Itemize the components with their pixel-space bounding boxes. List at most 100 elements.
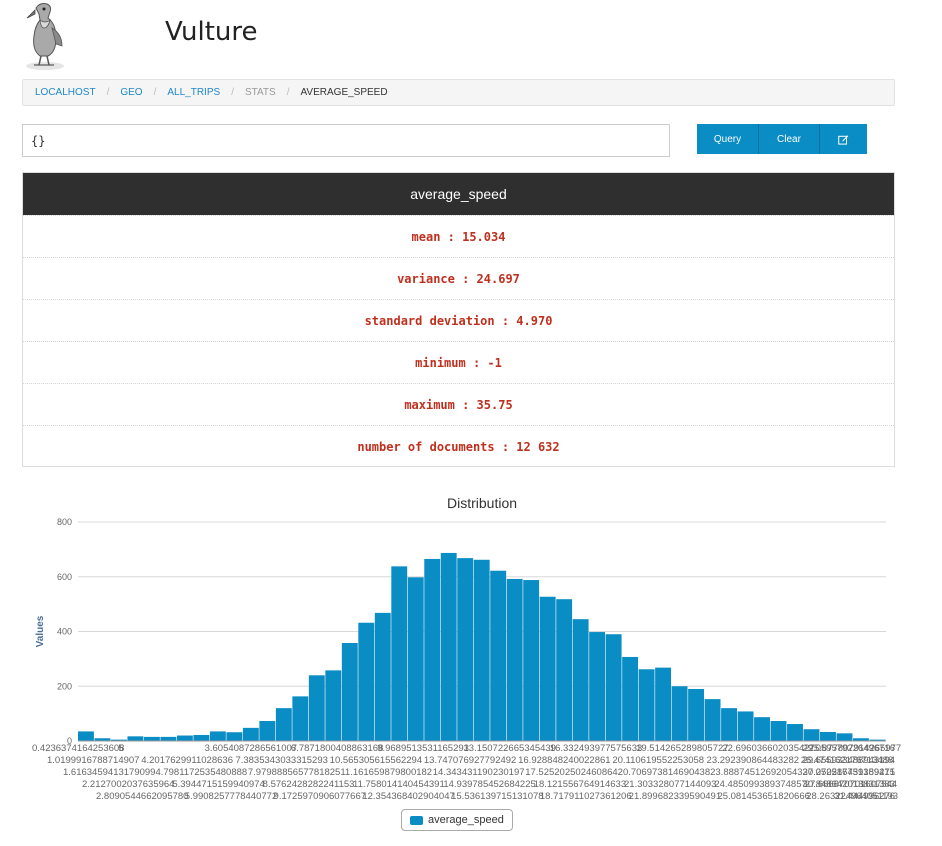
distribution-chart: Distribution Values 0 200 400 600 800 0.4236374… <box>22 490 912 835</box>
breadcrumb-separator: / <box>286 87 290 98</box>
histogram-bar <box>308 675 325 741</box>
legend-label: average_speed <box>428 814 504 826</box>
x-tick-label: 22.696036602035427 <box>722 743 814 754</box>
histogram-bar <box>424 558 441 741</box>
clear-button[interactable]: Clear <box>759 124 820 154</box>
y-tick-label: 200 <box>57 681 72 691</box>
x-tick-label: 9.9689513531165293 <box>377 743 469 754</box>
histogram-bar <box>638 669 655 741</box>
x-tick-label: 15.536139715131078 <box>451 791 543 802</box>
histogram-bar <box>374 612 391 741</box>
histogram-bar <box>770 721 787 741</box>
histogram-bar <box>341 642 358 741</box>
x-tick-label: 3.6054087286561007 <box>205 743 297 754</box>
x-tick-label: 4.2017629911028636 <box>141 755 233 766</box>
x-tick-label: 0.4236374164253608 <box>32 743 124 754</box>
x-tick-label: 6.7871800408863168 <box>291 743 383 754</box>
breadcrumb-separator: / <box>106 87 110 98</box>
x-tick-label: 31.444996276 <box>834 791 895 802</box>
histogram-bar <box>737 711 754 741</box>
stat-maximum: maximum : 35.75 <box>23 383 894 425</box>
y-tick-label: 600 <box>57 572 72 582</box>
x-tick-label: 20.110619552253058 <box>612 755 704 766</box>
x-tick-label: 24.485099389374857 <box>714 779 806 790</box>
breadcrumb-all-trips[interactable]: ALL_TRIPS <box>167 87 220 98</box>
x-tick-label: 9.1725970906077667 <box>274 791 366 802</box>
x-tick-label: 14.343431190230197 <box>433 767 525 778</box>
histogram-bar <box>160 736 177 741</box>
x-tick-label: 13.150722665345439 <box>464 743 556 754</box>
x-tick-label: 5.9908257778440772 <box>185 791 277 802</box>
histogram-bar <box>787 724 803 741</box>
y-axis-label: Values <box>35 615 46 647</box>
app-title: Vulture <box>165 17 258 47</box>
x-tick-label: 10.565305615562294 <box>330 755 422 766</box>
histogram-bar <box>704 699 721 741</box>
x-tick-label: 19.514265289805727 <box>636 743 728 754</box>
stat-variance: variance : 24.697 <box>23 257 894 299</box>
x-tick-label: 23.292390864483282 <box>707 755 799 766</box>
x-tick-label: 13.747076927792492 <box>424 755 516 766</box>
app-header: Vulture <box>22 0 895 74</box>
vulture-logo-icon <box>26 3 64 70</box>
histogram-bar <box>754 717 770 741</box>
x-tick-label: 17.525202502460864 <box>525 767 617 778</box>
histogram-bar <box>242 727 259 741</box>
x-tick-label: 18.121556764914633 <box>534 779 626 790</box>
x-tick-label: 7.9798885657781825 <box>248 767 340 778</box>
x-tick-label: 5 <box>118 743 123 754</box>
x-tick-label: 21.303328077144093 <box>624 779 716 790</box>
edit-icon <box>838 134 849 145</box>
histogram-bar <box>820 731 836 741</box>
histogram-bar <box>655 667 672 741</box>
histogram-bar <box>622 656 639 741</box>
histogram-bar <box>803 729 820 741</box>
breadcrumb-geo[interactable]: GEO <box>120 87 142 98</box>
breadcrumb-localhost[interactable]: LOCALHOST <box>35 87 96 98</box>
histogram-bar <box>721 708 737 741</box>
histogram-bar <box>259 721 276 741</box>
stat-minimum: minimum : -1 <box>23 341 894 383</box>
x-tick-label: 2.8090544662095780 <box>96 791 188 802</box>
chart-legend-item[interactable]: average_speed <box>401 809 513 831</box>
x-tick-label: 29.655933488943194 <box>803 755 895 766</box>
histogram-bar <box>176 735 193 741</box>
histogram-bar <box>226 732 243 741</box>
histogram-bar <box>143 736 160 741</box>
query-button[interactable]: Query <box>697 124 759 154</box>
x-tick-label: 5.3944715159940974 <box>172 779 264 790</box>
query-input[interactable] <box>22 124 670 157</box>
legend-swatch <box>410 815 423 825</box>
histogram-bar <box>490 570 507 741</box>
x-tick-label: 18.717911027361206 <box>540 791 632 802</box>
histogram-bar <box>589 632 606 741</box>
x-tick-label: 4.7981172535480888 <box>155 767 247 778</box>
x-tick-label: 16.928848240022861 <box>518 755 610 766</box>
breadcrumb-separator: / <box>231 87 234 98</box>
histogram-bar <box>671 686 688 741</box>
histogram-bar <box>209 731 226 741</box>
x-tick-label: 2.2127002037635964 <box>82 779 174 790</box>
histogram-bar <box>407 577 424 741</box>
x-tick-label: 1.0199916788714907 <box>47 755 139 766</box>
x-tick-label: 11.161659879800182 <box>340 767 432 778</box>
stats-field-header: average_speed <box>23 173 894 215</box>
x-tick-label: 21.899682339590491 <box>629 791 721 802</box>
x-tick-label: 30.848642013831383 <box>803 779 895 790</box>
breadcrumb-stats: STATS <box>244 87 276 98</box>
histogram-bar <box>127 736 144 741</box>
histogram-bar <box>523 580 540 741</box>
distribution-chart-svg: DistributionValues02004006008000.4236374… <box>32 495 901 802</box>
x-tick-label: 11.758014140454391 <box>353 779 445 790</box>
histogram-bar <box>440 552 457 741</box>
y-tick-label: 400 <box>57 627 72 637</box>
x-tick-label: 7.3835343033315293 <box>235 755 327 766</box>
x-tick-label: 23.888745126920543 <box>710 767 802 778</box>
stats-panel: average_speed mean : 15.034 variance : 2… <box>22 172 895 467</box>
stat-mean: mean : 15.034 <box>23 215 894 257</box>
y-tick-label: 800 <box>57 517 72 527</box>
histogram-bar <box>325 670 342 741</box>
histogram-bar <box>292 696 309 741</box>
edit-button[interactable] <box>820 124 867 154</box>
x-tick-label: 1.6163459413179099 <box>63 767 155 778</box>
